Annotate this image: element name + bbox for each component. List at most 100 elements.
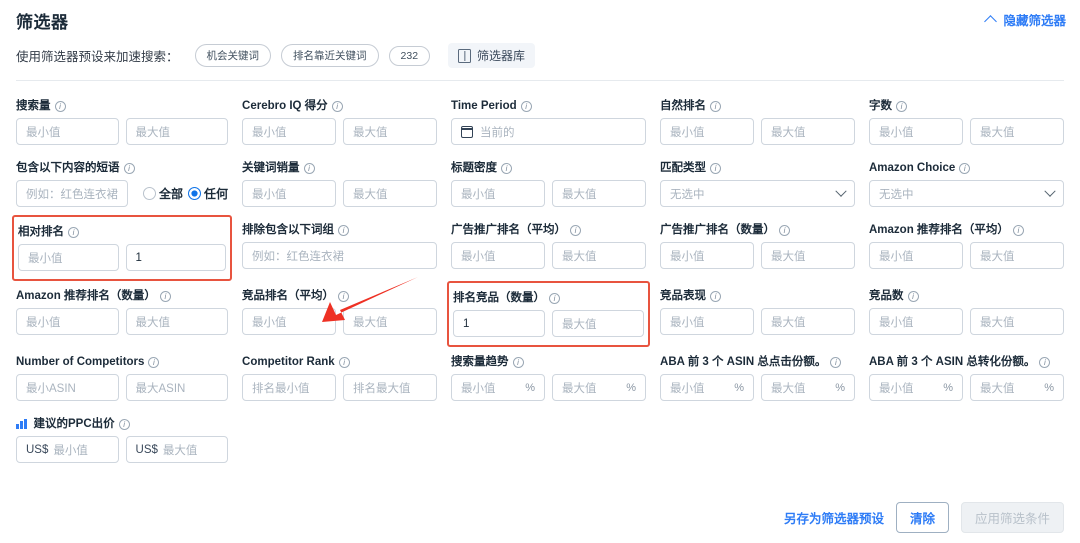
clear-button[interactable]: 清除 [895,502,949,533]
competitor-count-min-input[interactable]: 最小值 [869,308,963,335]
title-density-max-input[interactable]: 最大值 [552,180,647,207]
sponsored-rank-count-min-input[interactable]: 最小值 [660,242,755,269]
info-icon[interactable]: i [830,356,842,368]
field-label: 建议的PPC出价 [33,418,115,430]
number-of-competitors-max-input[interactable]: 最大ASIN [125,374,229,401]
field-label: 关键词销量 [242,162,300,174]
organic-rank-max-input[interactable]: 最大值 [761,118,856,145]
preset-pill-232[interactable]: 232 [388,45,431,66]
title-density-min-input[interactable]: 最小值 [451,180,546,207]
field-label: Cerebro IQ 得分 [242,100,328,112]
page-title: 筛选器 [16,13,69,32]
field-label: 竞品排名（平均） [242,290,335,302]
search-volume-trend-max-input[interactable]: 最大值 % [552,374,647,401]
competitor-rank-avg-min-input[interactable]: 最小值 [242,308,337,335]
info-icon[interactable]: i [710,290,722,302]
radio-all[interactable]: 全部 [143,185,183,202]
amazon-rec-rank-count-min-input[interactable]: 最小值 [16,308,119,335]
info-icon[interactable]: i [159,290,171,302]
number-of-competitors-min-input[interactable]: 最小ASIN [16,374,119,401]
amazon-rec-rank-count-max-input[interactable]: 最大值 [125,308,229,335]
amazon-choice-value: 无选中 [879,188,914,201]
search-volume-trend-min-input[interactable]: 最小值 % [451,374,546,401]
info-icon[interactable]: i [338,356,350,368]
field-amazon-choice: Amazon Choice i 无选中 [865,153,1068,215]
cerebro-iq-max-input[interactable]: 最大值 [343,118,438,145]
time-period-input[interactable]: 当前的 [451,118,647,145]
placeholder: 最小值 [670,382,705,395]
aba-conversion-share-max-input[interactable]: 最大值 % [970,374,1064,401]
match-type-select[interactable]: 无选中 [660,180,855,207]
info-icon[interactable]: i [907,290,919,302]
field-label: 包含以下内容的短语 [16,162,120,174]
field-label: 搜索量趋势 [451,356,509,368]
preset-pill-opportunity[interactable]: 机会关键词 [194,44,272,67]
info-icon[interactable]: i [123,162,135,174]
sponsored-rank-avg-max-input[interactable]: 最大值 [552,242,647,269]
amazon-choice-select[interactable]: 无选中 [869,180,1064,207]
keyword-sales-min-input[interactable]: 最小值 [242,180,337,207]
sponsored-rank-count-max-input[interactable]: 最大值 [761,242,856,269]
preset-pill-near-rank[interactable]: 排名靠近关键词 [281,44,379,67]
aba-click-share-min-input[interactable]: 最小值 % [660,374,755,401]
info-icon[interactable]: i [1012,224,1024,236]
info-icon[interactable]: i [331,100,343,112]
radio-any[interactable]: 任何 [188,185,228,202]
competitor-performance-min-input[interactable]: 最小值 [660,308,755,335]
field-label: 排除包含以下词组 [242,224,335,236]
cerebro-iq-min-input[interactable]: 最小值 [242,118,337,145]
ppc-bid-min-input[interactable]: US$ 最小值 [16,436,119,463]
info-icon[interactable]: i [54,100,66,112]
info-icon[interactable]: i [1039,356,1051,368]
usd-prefix: US$ [26,443,49,456]
competitor-rank-avg-max-input[interactable]: 最大值 [343,308,438,335]
info-icon[interactable]: i [303,162,315,174]
info-icon[interactable]: i [520,100,532,112]
chevron-down-icon [835,185,847,197]
search-volume-min-input[interactable]: 最小值 [16,118,119,145]
amazon-rec-rank-avg-max-input[interactable]: 最大值 [970,242,1064,269]
relative-rank-max-input[interactable]: 1 [125,244,227,271]
filter-library-button[interactable]: 筛选器库 [448,43,536,68]
search-volume-max-input[interactable]: 最大值 [125,118,229,145]
word-count-max-input[interactable]: 最大值 [970,118,1064,145]
info-icon[interactable]: i [512,356,524,368]
field-competitor-rank-avg: 竞品排名（平均） i 最小值 最大值 [238,281,441,347]
ppc-bid-max-input[interactable]: US$ 最大值 [125,436,229,463]
aba-click-share-max-input[interactable]: 最大值 % [761,374,856,401]
info-icon[interactable]: i [338,224,350,236]
exclude-phrases-input[interactable]: 例如：红色连衣裙 [242,242,438,269]
info-icon[interactable]: i [549,292,561,304]
info-icon[interactable]: i [779,224,791,236]
info-icon[interactable]: i [501,162,513,174]
info-icon[interactable]: i [710,162,722,174]
placeholder: 最小值 [879,382,914,395]
amazon-rec-rank-avg-min-input[interactable]: 最小值 [869,242,963,269]
phrases-containing-input[interactable]: 例如：红色连衣裙 [16,180,128,207]
competitor-rank-max-input[interactable]: 排名最大值 [343,374,438,401]
placeholder: 最大值 [162,444,198,457]
info-icon[interactable]: i [118,418,130,430]
info-icon[interactable]: i [68,226,79,238]
info-icon[interactable]: i [148,356,160,368]
info-icon[interactable]: i [959,162,971,174]
info-icon[interactable]: i [338,290,350,302]
info-icon[interactable]: i [710,100,722,112]
save-filter-preset-link[interactable]: 另存为筛选器预设 [784,508,884,527]
competitor-performance-max-input[interactable]: 最大值 [761,308,856,335]
aba-conversion-share-min-input[interactable]: 最小值 % [869,374,963,401]
keyword-sales-max-input[interactable]: 最大值 [343,180,438,207]
ranking-competitors-max-input[interactable]: 最大值 [552,310,645,337]
competitor-count-max-input[interactable]: 最大值 [970,308,1064,335]
word-count-min-input[interactable]: 最小值 [869,118,963,145]
hide-filters-button[interactable]: 隐藏筛选器 [986,10,1066,29]
competitor-rank-min-input[interactable]: 排名最小值 [242,374,337,401]
ranking-competitors-min-input[interactable]: 1 [453,310,546,337]
sponsored-rank-avg-min-input[interactable]: 最小值 [451,242,546,269]
organic-rank-min-input[interactable]: 最小值 [660,118,755,145]
info-icon[interactable]: i [896,100,907,112]
relative-rank-min-input[interactable]: 最小值 [18,244,119,271]
field-label: Amazon Choice [869,162,956,174]
info-icon[interactable]: i [570,224,582,236]
apply-filters-button[interactable]: 应用筛选条件 [960,502,1064,533]
